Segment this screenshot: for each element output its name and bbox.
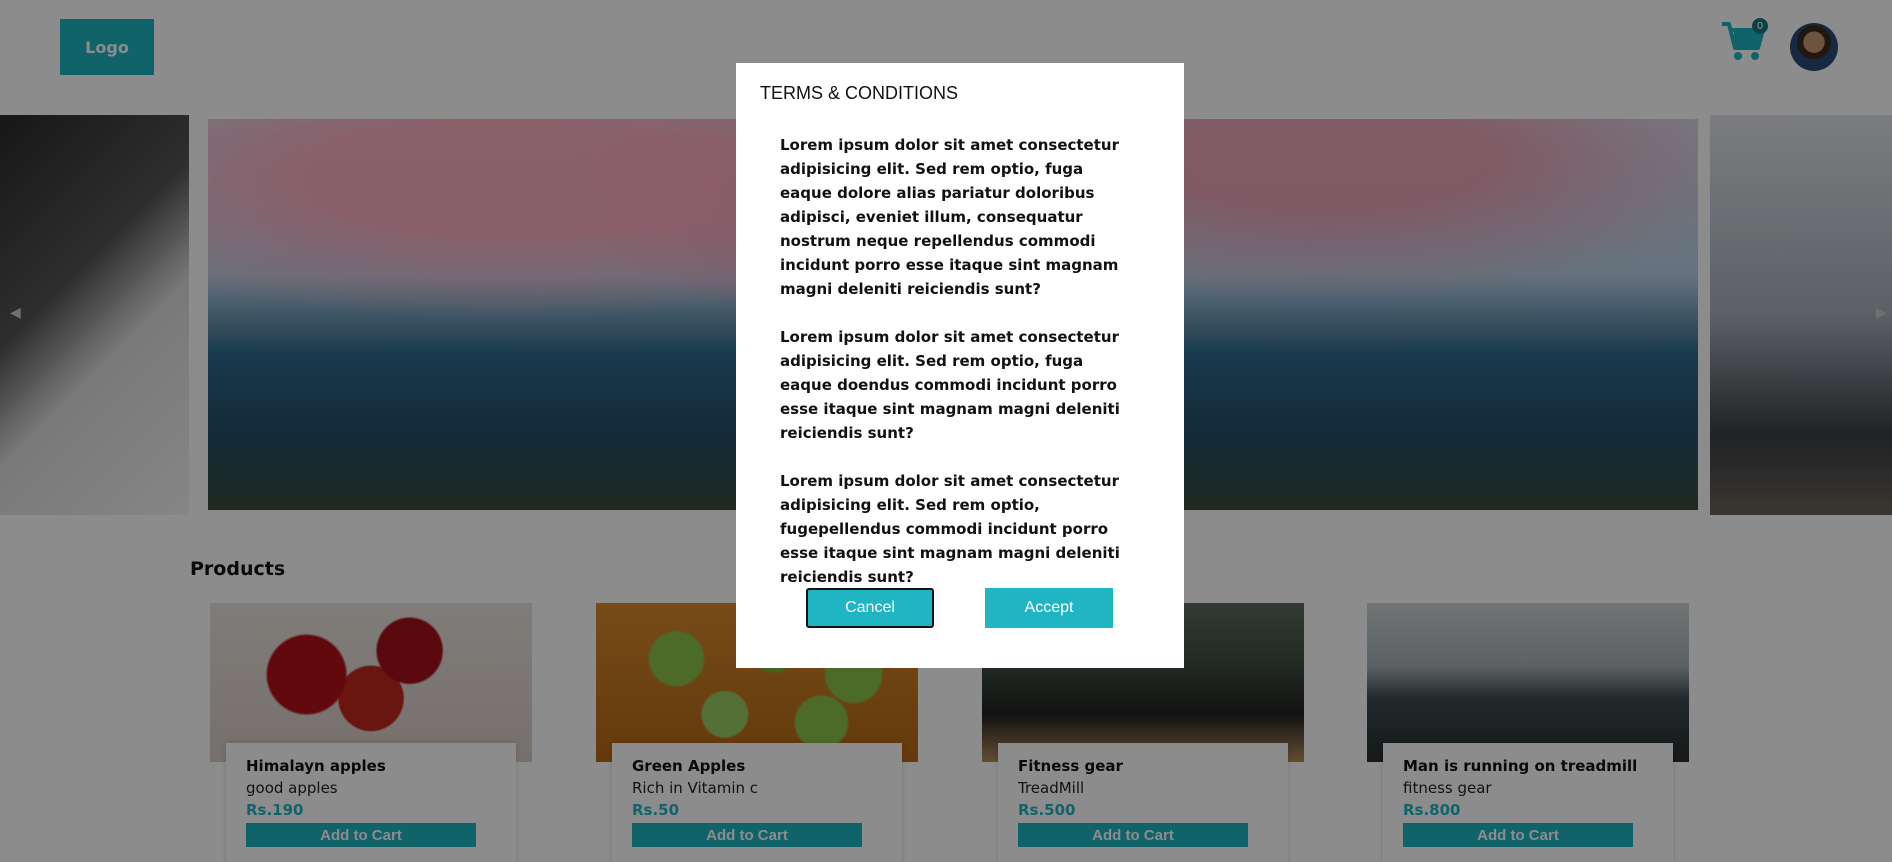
modal-title: TERMS & CONDITIONS bbox=[760, 83, 959, 103]
accept-button[interactable]: Accept bbox=[985, 588, 1113, 628]
terms-paragraph: Lorem ipsum dolor sit amet consectetur a… bbox=[780, 328, 1120, 442]
terms-paragraph: Lorem ipsum dolor sit amet consectetur a… bbox=[780, 472, 1120, 586]
cancel-button[interactable]: Cancel bbox=[806, 588, 934, 628]
terms-modal: TERMS & CONDITIONS Lorem ipsum dolor sit… bbox=[736, 63, 1184, 668]
terms-paragraph: Lorem ipsum dolor sit amet consectetur a… bbox=[780, 136, 1119, 298]
modal-body: Lorem ipsum dolor sit amet consectetur a… bbox=[780, 133, 1140, 613]
